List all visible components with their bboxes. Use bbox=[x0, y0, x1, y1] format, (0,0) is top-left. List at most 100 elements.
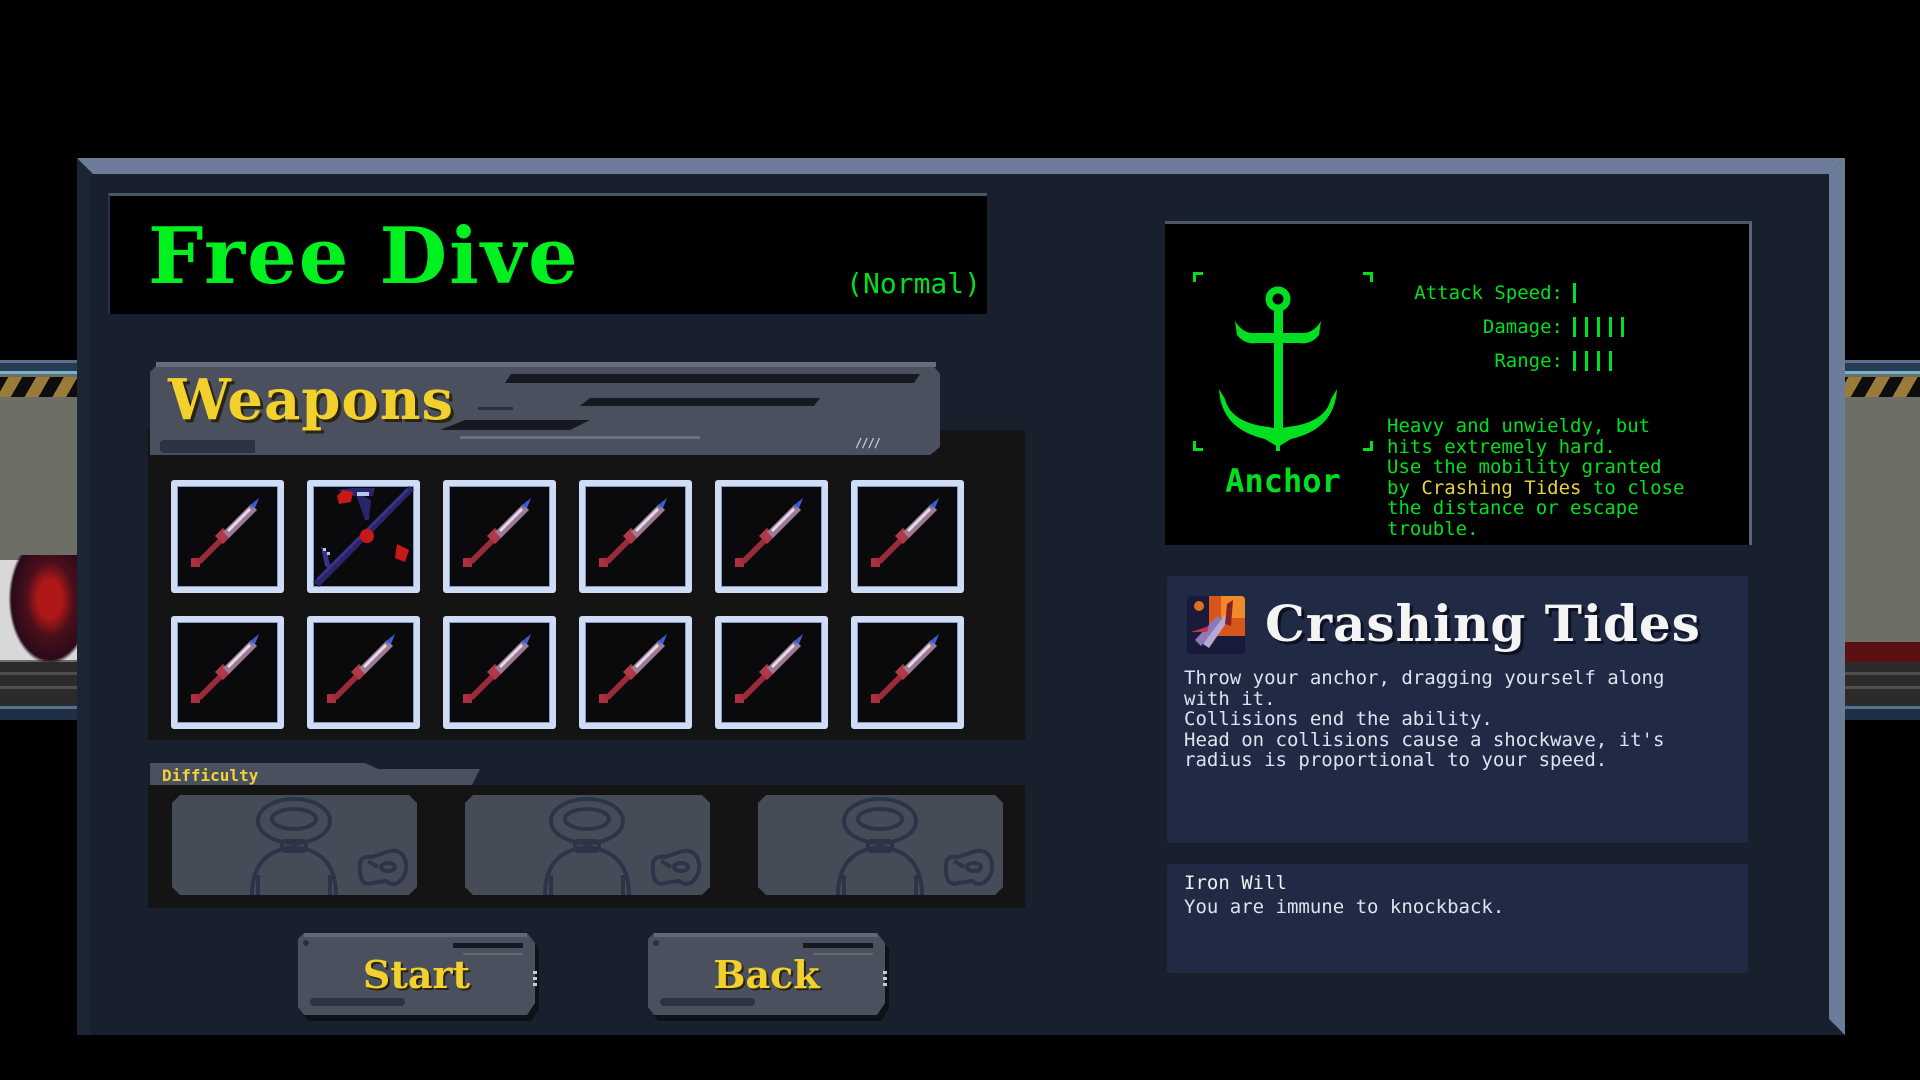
stat-pip bbox=[1573, 351, 1576, 371]
header-decoration bbox=[505, 374, 920, 383]
weapon-slot[interactable] bbox=[307, 616, 420, 729]
stat-pip bbox=[1609, 317, 1612, 337]
passive-panel: Iron Will You are immune to knockback. bbox=[1167, 864, 1748, 973]
sword-icon bbox=[463, 498, 531, 567]
weapon-info-panel: Anchor Attack Speed: Damage: Range: Heavy … bbox=[1165, 221, 1752, 545]
stat-pip bbox=[1585, 351, 1588, 371]
ability-name: Crashing Tides bbox=[1265, 594, 1701, 653]
gamepad-icon bbox=[360, 851, 407, 884]
hazard-stripes bbox=[1845, 377, 1920, 397]
stat-pip bbox=[1597, 317, 1600, 337]
background-scene-left bbox=[0, 360, 80, 720]
weapon-name: Anchor bbox=[1225, 462, 1341, 500]
diver-helmet-icon bbox=[758, 795, 1003, 895]
gamepad-icon bbox=[653, 851, 700, 884]
diver-helmet-icon bbox=[465, 795, 710, 895]
start-button[interactable]: Start bbox=[298, 933, 535, 1015]
difficulty-label: Difficulty bbox=[162, 766, 259, 785]
gamepad-icon bbox=[946, 851, 993, 884]
stat-pip bbox=[1573, 283, 1576, 303]
header-decoration bbox=[160, 440, 255, 453]
weapon-slot[interactable] bbox=[715, 616, 828, 729]
weapon-stats: Attack Speed: Damage: Range: bbox=[1387, 276, 1624, 378]
stat-meter bbox=[1573, 344, 1612, 378]
weapon-slot[interactable] bbox=[307, 480, 420, 593]
sword-icon bbox=[735, 634, 803, 703]
weapons-header: //// Weapons bbox=[150, 362, 940, 455]
sword-icon bbox=[327, 634, 395, 703]
creature-sprite bbox=[8, 555, 78, 665]
rail bbox=[1845, 706, 1920, 720]
stat-pip bbox=[1597, 351, 1600, 371]
sword-icon bbox=[463, 634, 531, 703]
floor bbox=[0, 662, 80, 706]
ability-description: Throw your anchor, dragging yourself alo… bbox=[1184, 667, 1665, 771]
weapons-title: Weapons bbox=[168, 367, 454, 433]
passive-description: You are immune to knockback. bbox=[1184, 896, 1505, 918]
weapon-slot[interactable] bbox=[171, 480, 284, 593]
weapon-slot[interactable] bbox=[579, 480, 692, 593]
weapon-slot[interactable] bbox=[443, 616, 556, 729]
weapon-slot[interactable] bbox=[715, 480, 828, 593]
sword-icon bbox=[599, 634, 667, 703]
difficulty-option[interactable] bbox=[758, 795, 1003, 895]
mode-title-box: Free Dive (Normal) bbox=[108, 193, 987, 314]
weapon-slot[interactable] bbox=[443, 480, 556, 593]
frame-corner bbox=[1193, 272, 1203, 282]
ability-reference: Crashing Tides bbox=[1421, 476, 1582, 499]
weapon-description: Heavy and unwieldy, but hits extremely h… bbox=[1387, 416, 1747, 539]
sword-icon bbox=[191, 498, 259, 567]
header-decoration bbox=[440, 420, 590, 430]
back-button-label: Back bbox=[713, 951, 820, 997]
floor bbox=[1845, 662, 1920, 706]
difficulty-option[interactable] bbox=[172, 795, 417, 895]
panel-border bbox=[1829, 158, 1845, 1035]
weapon-slot[interactable] bbox=[851, 480, 964, 593]
stat-pip bbox=[1621, 317, 1624, 337]
red-band bbox=[1845, 642, 1920, 662]
rail bbox=[1845, 360, 1920, 374]
panel-border bbox=[77, 158, 91, 1035]
sword-icon bbox=[735, 498, 803, 567]
crashing-tides-icon bbox=[1187, 596, 1245, 654]
difficulty-tab: Difficulty bbox=[150, 763, 480, 785]
sword-icon bbox=[599, 498, 667, 567]
back-button[interactable]: Back bbox=[648, 933, 885, 1015]
stat-label: Range: bbox=[1494, 350, 1563, 372]
stat-label: Damage: bbox=[1482, 316, 1563, 338]
hazard-stripes bbox=[0, 377, 80, 397]
sword-icon bbox=[191, 634, 259, 703]
stat-row: Damage: bbox=[1387, 310, 1624, 344]
background-scene-right bbox=[1845, 360, 1920, 720]
rail bbox=[0, 360, 80, 374]
weapon-slot[interactable] bbox=[171, 616, 284, 729]
stat-meter bbox=[1573, 310, 1624, 344]
header-decoration bbox=[478, 407, 513, 410]
weapon-slot[interactable] bbox=[579, 616, 692, 729]
sword-icon bbox=[871, 634, 939, 703]
stat-label: Attack Speed: bbox=[1414, 282, 1563, 304]
stat-meter bbox=[1573, 276, 1576, 310]
anchor-icon bbox=[1219, 286, 1337, 451]
mode-title: Free Dive bbox=[148, 211, 580, 302]
header-hash: //// bbox=[855, 436, 881, 450]
sword-icon bbox=[871, 498, 939, 567]
header-decoration bbox=[460, 436, 700, 439]
stat-pip bbox=[1609, 351, 1612, 371]
weapon-slot[interactable] bbox=[851, 616, 964, 729]
start-button-label: Start bbox=[362, 951, 471, 997]
stat-row: Range: bbox=[1387, 344, 1624, 378]
stat-pip bbox=[1585, 317, 1588, 337]
difficulty-option[interactable] bbox=[465, 795, 710, 895]
panel-border bbox=[77, 158, 1845, 174]
anchor-weapon-icon bbox=[313, 486, 414, 587]
frame-corner bbox=[1363, 272, 1373, 282]
passive-name: Iron Will bbox=[1184, 872, 1287, 894]
header-decoration bbox=[580, 398, 820, 406]
frame-corner bbox=[1363, 441, 1373, 451]
stat-pip bbox=[1573, 317, 1576, 337]
ability-panel: Crashing Tides Throw your anchor, draggi… bbox=[1167, 576, 1748, 843]
rail bbox=[0, 706, 80, 720]
stat-row: Attack Speed: bbox=[1387, 276, 1624, 310]
diver-helmet-icon bbox=[172, 795, 417, 895]
